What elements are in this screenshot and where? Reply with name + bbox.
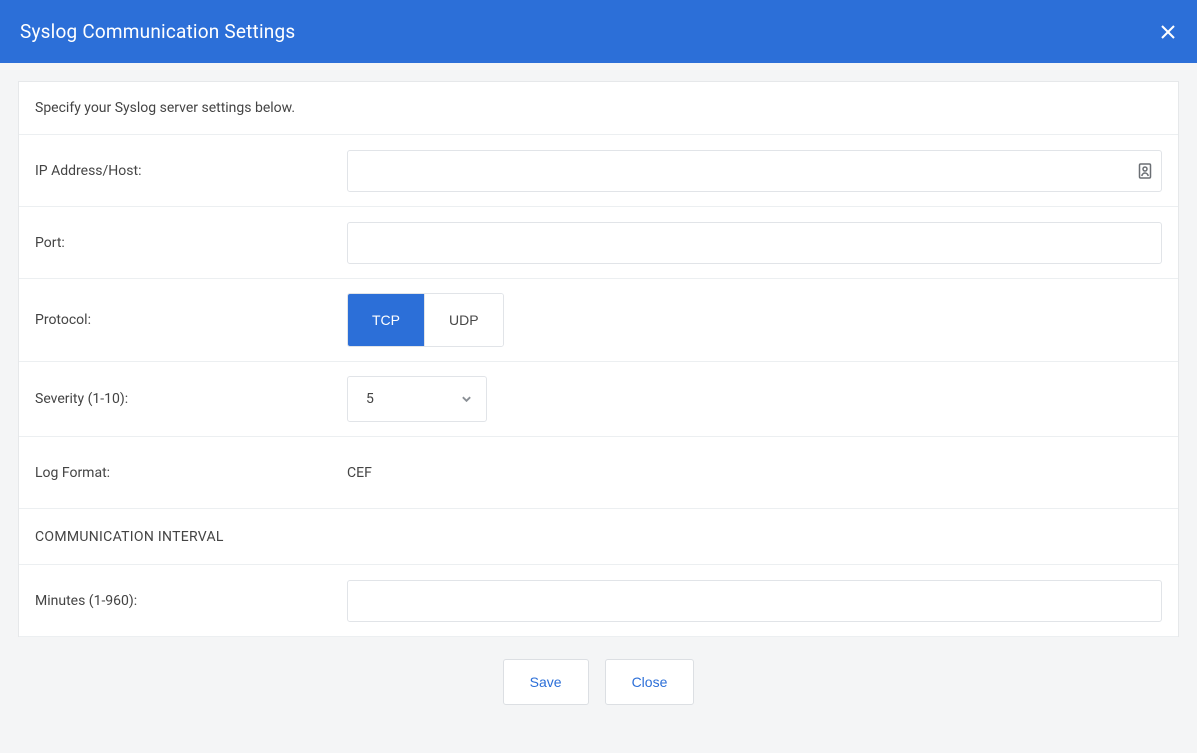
minutes-input[interactable] [347,580,1162,622]
ip-label: IP Address/Host: [35,163,347,179]
save-button[interactable]: Save [503,659,589,705]
close-icon[interactable] [1159,23,1177,41]
chevron-down-icon [461,394,472,405]
syslog-settings-dialog: Syslog Communication Settings Specify yo… [0,0,1197,753]
communication-interval-header: COMMUNICATION INTERVAL [35,529,224,545]
logformat-label: Log Format: [35,465,347,481]
severity-value: 5 [366,391,374,407]
row-minutes: Minutes (1-960): [19,565,1178,637]
protocol-toggle: TCP UDP [347,293,504,347]
row-ip: IP Address/Host: [19,135,1178,207]
logformat-value: CEF [347,463,372,483]
dialog-header: Syslog Communication Settings [0,0,1197,63]
settings-panel: Specify your Syslog server settings belo… [18,81,1179,637]
row-port: Port: [19,207,1178,279]
close-button[interactable]: Close [605,659,695,705]
protocol-udp-button[interactable]: UDP [425,294,503,346]
port-input[interactable] [347,222,1162,264]
severity-select[interactable]: 5 [347,376,487,422]
protocol-tcp-button[interactable]: TCP [348,294,425,346]
row-interval-header: COMMUNICATION INTERVAL [19,509,1178,565]
dialog-title: Syslog Communication Settings [20,20,295,43]
minutes-label: Minutes (1-960): [35,593,347,609]
row-protocol: Protocol: TCP UDP [19,279,1178,362]
protocol-label: Protocol: [35,312,347,328]
row-logformat: Log Format: CEF [19,437,1178,509]
dialog-footer: Save Close [18,637,1179,735]
contacts-icon[interactable] [1138,163,1152,179]
severity-label: Severity (1-10): [35,391,347,407]
intro-text: Specify your Syslog server settings belo… [19,82,1178,135]
dialog-body: Specify your Syslog server settings belo… [0,63,1197,753]
ip-address-input[interactable] [347,150,1162,192]
row-severity: Severity (1-10): 5 [19,362,1178,437]
port-label: Port: [35,235,347,251]
